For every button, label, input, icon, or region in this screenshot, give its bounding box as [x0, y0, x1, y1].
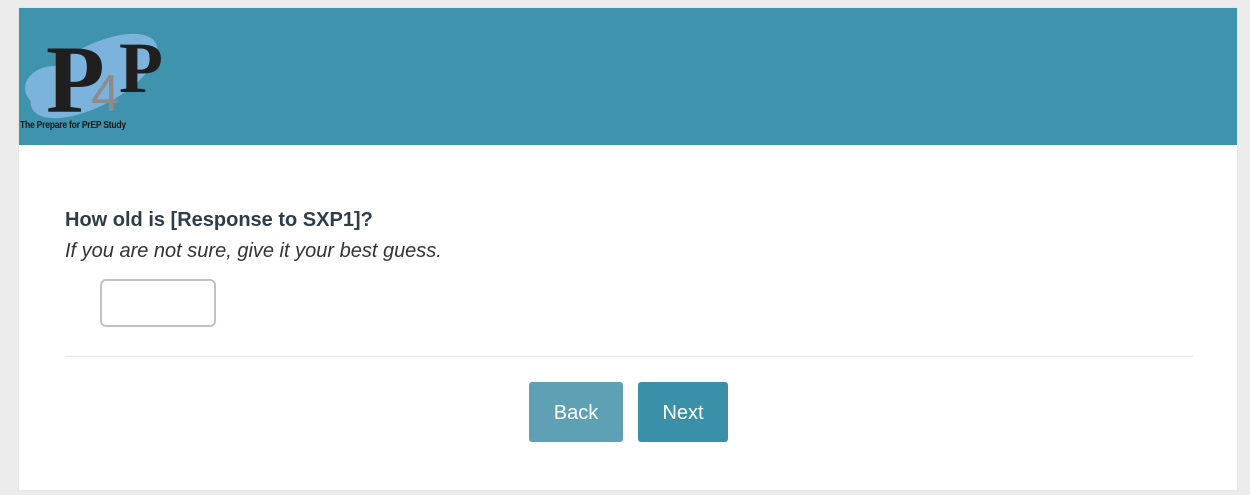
survey-card: P 4 P The Prepare for PrEP Study How old…: [19, 8, 1237, 490]
question-block: How old is [Response to SXP1]? If you ar…: [65, 206, 1185, 264]
header-banner: P 4 P The Prepare for PrEP Study: [19, 8, 1237, 145]
logo-letter-p-right: P: [119, 28, 163, 108]
divider: [65, 356, 1193, 357]
logo-caption: The Prepare for PrEP Study: [20, 120, 126, 131]
logo-digit-4: 4: [91, 65, 120, 123]
age-input[interactable]: [100, 279, 216, 327]
back-button[interactable]: Back: [529, 382, 623, 442]
question-title: How old is [Response to SXP1]?: [65, 209, 373, 231]
next-button[interactable]: Next: [638, 382, 728, 442]
question-hint: If you are not sure, give it your best g…: [65, 240, 442, 262]
p4p-logo: P 4 P The Prepare for PrEP Study: [19, 8, 209, 145]
page-background: P 4 P The Prepare for PrEP Study How old…: [0, 0, 1250, 495]
